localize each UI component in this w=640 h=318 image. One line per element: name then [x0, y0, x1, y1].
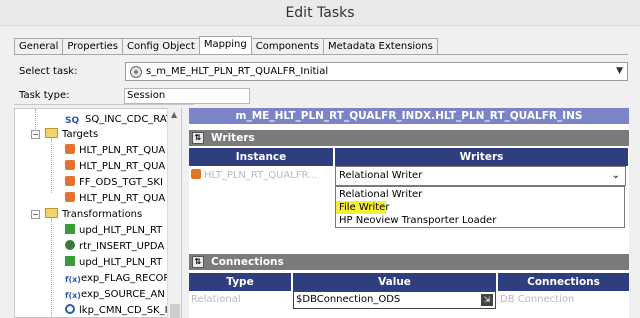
target-icon: [65, 192, 75, 202]
update-strategy-icon: [65, 224, 75, 234]
instance-cell[interactable]: HLT_PLN_RT_QUALFR...: [191, 166, 333, 186]
tree-item[interactable]: upd_HLT_PLN_RT: [65, 255, 162, 270]
tab-components[interactable]: Components: [250, 38, 325, 55]
writer-option-hp-neoview[interactable]: HP Neoview Transporter Loader: [336, 214, 624, 227]
folder-icon: [45, 128, 58, 138]
collapse-button[interactable]: ⇅: [192, 256, 204, 268]
chevron-down-icon: ▼: [616, 66, 623, 76]
target-icon: [191, 169, 201, 179]
mapping-instance-header: m_ME_HLT_PLN_RT_QUALFR_INDX.HLT_PLN_RT_Q…: [189, 108, 629, 124]
select-task-label: Select task:: [19, 66, 78, 77]
collapse-button[interactable]: ⇅: [192, 132, 204, 144]
tree-item[interactable]: FF_ODS_TGT_SKI: [65, 175, 163, 190]
source-qualifier-icon: SQ: [65, 116, 80, 126]
folder-icon: [45, 208, 58, 218]
tree-item[interactable]: lkp_CMN_CD_SK_I: [65, 303, 168, 317]
window-title: Edit Tasks: [285, 5, 355, 21]
column-header-connections: Connections: [498, 273, 629, 291]
tree-item[interactable]: f(x)exp_FLAG_RECOR: [65, 271, 170, 286]
lookup-icon: [65, 304, 75, 314]
writers-section-header: ⇅ Writers: [189, 130, 629, 146]
select-task-dropdown[interactable]: s_m_ME_HLT_PLN_RT_QUALFR_Initial ▼: [125, 62, 628, 81]
session-icon: [130, 66, 142, 78]
tree-item[interactable]: HLT_PLN_RT_QUA: [65, 143, 165, 158]
column-header-instance: Instance: [189, 148, 334, 166]
target-icon: [65, 176, 75, 186]
update-strategy-icon: [65, 256, 75, 266]
scroll-up-icon[interactable]: ▲: [171, 110, 177, 119]
column-header-writers: Writers: [335, 148, 629, 166]
router-icon: [65, 240, 75, 250]
tree-item[interactable]: HLT_PLN_RT_QUA: [65, 159, 165, 174]
tree-guide: [51, 139, 52, 193]
task-type-field: Session: [124, 88, 250, 104]
select-task-value: s_m_ME_HLT_PLN_RT_QUALFR_Initial: [146, 66, 329, 77]
target-icon: [65, 144, 75, 154]
connection-type-cell: Relational: [191, 294, 241, 305]
title-bar: Edit Tasks: [0, 0, 640, 26]
tree-item-transformations[interactable]: Transformations: [45, 207, 142, 222]
writer-option-relational[interactable]: Relational Writer: [336, 188, 624, 201]
tab-mapping[interactable]: Mapping: [198, 36, 252, 55]
tree-item-targets[interactable]: Targets: [45, 127, 98, 142]
tab-strip: General Properties Config Object Mapping…: [14, 36, 438, 55]
tab-properties[interactable]: Properties: [62, 38, 123, 55]
tree-item[interactable]: rtr_INSERT_UPDA: [65, 239, 164, 254]
writer-options-list[interactable]: Relational Writer File Writer HP Neoview…: [335, 186, 625, 228]
collapse-toggle[interactable]: −: [31, 210, 40, 219]
writer-select[interactable]: Relational Writer ⌄: [335, 166, 626, 186]
tree-scrollbar[interactable]: ▲: [167, 108, 181, 318]
chevron-down-icon: ⌄: [611, 170, 620, 181]
writer-option-file[interactable]: File Writer: [336, 201, 389, 214]
expression-icon: f(x): [65, 291, 81, 300]
connection-value-field[interactable]: $DBConnection_ODS ⇲: [293, 291, 496, 309]
tab-divider: [14, 54, 628, 55]
tab-metadata-extensions[interactable]: Metadata Extensions: [323, 38, 438, 55]
column-header-type: Type: [189, 273, 292, 291]
scroll-thumb[interactable]: [170, 304, 180, 318]
target-icon: [65, 160, 75, 170]
collapse-toggle[interactable]: −: [31, 130, 40, 139]
task-type-label: Task type:: [19, 90, 70, 101]
tree-guide: [51, 219, 52, 317]
column-header-value: Value: [293, 273, 497, 291]
connections-section-header: ⇅ Connections: [189, 254, 629, 270]
tree-item[interactable]: HLT_PLN_RT_QUA: [65, 191, 165, 206]
tree-item[interactable]: upd_HLT_PLN_RT: [65, 223, 162, 238]
browse-connection-button[interactable]: ⇲: [481, 294, 493, 306]
tab-general[interactable]: General: [14, 38, 64, 55]
expression-icon: f(x): [65, 275, 81, 284]
mapping-tree[interactable]: SQ SQ_INC_CDC_RAT − Targets HLT_PLN_RT_QU…: [14, 108, 182, 318]
divider: [14, 104, 194, 105]
tree-item[interactable]: f(x)exp_SOURCE_AN: [65, 287, 165, 302]
tab-config-object[interactable]: Config Object: [121, 38, 200, 55]
connection-name-cell[interactable]: DB Connection: [500, 290, 628, 310]
tree-item[interactable]: SQ SQ_INC_CDC_RAT: [65, 112, 172, 127]
